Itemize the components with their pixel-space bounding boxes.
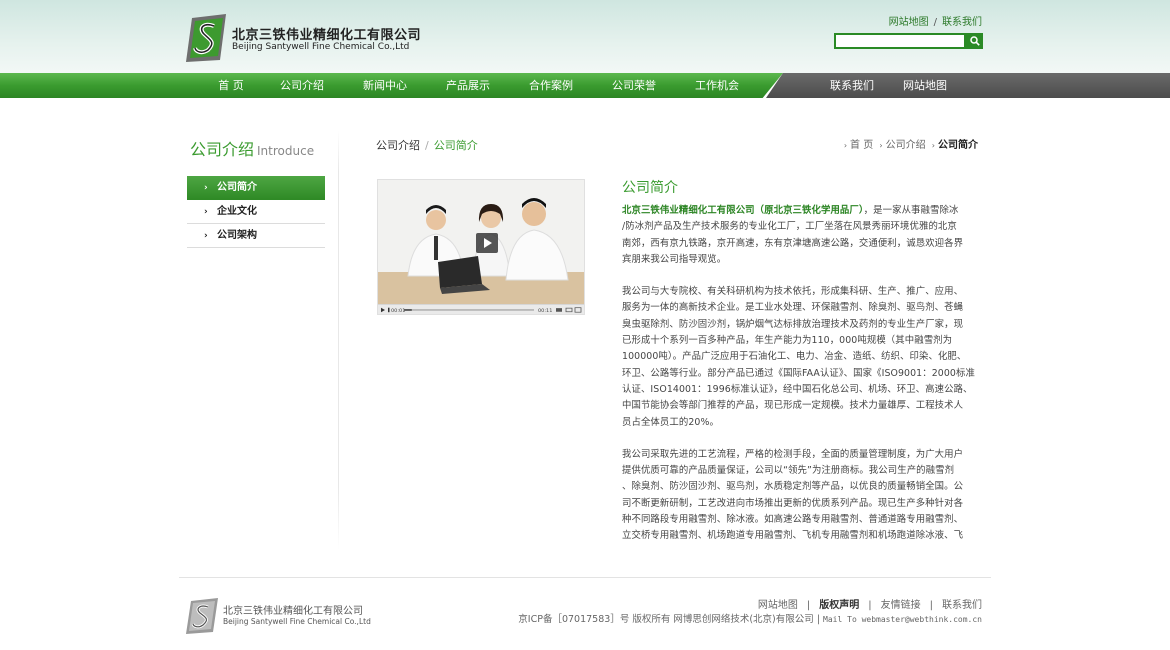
sidebar-title-en: Introduce — [257, 144, 315, 158]
footer-link-sitemap[interactable]: 网站地图 — [758, 600, 798, 611]
nav-item-jobs[interactable]: 工作机会 — [690, 73, 744, 98]
sidebar-item-profile[interactable]: › 公司简介 — [187, 176, 325, 200]
main-nav: 首 页 公司介绍 新闻中心 产品展示 合作案例 公司荣誉 工作机会 联系我们 网… — [0, 73, 1170, 98]
section-heading: 公司介绍 / 公司简介 — [376, 137, 478, 153]
column-divider — [338, 130, 339, 550]
nav-item-products[interactable]: 产品展示 — [441, 73, 495, 98]
site-logo[interactable]: 北京三铁伟业精细化工有限公司 Beijing Santywell Fine Ch… — [186, 14, 421, 64]
svg-text:00:01: 00:01 — [391, 308, 405, 314]
article-line: 司不断更新研制，工艺改进向市场推出更新的优质系列产品。现已生产多种针对各 — [622, 497, 964, 509]
footer-divider — [179, 577, 991, 578]
footer-mail-link[interactable]: Mail To webmaster@webthink.com.cn — [823, 615, 982, 624]
footer-company-cn: 北京三铁伟业精细化工有限公司 — [223, 606, 363, 617]
article-paragraph-1: 北京三铁伟业精细化工有限公司（原北京三铁化学用品厂），是一家从事融雪除冰 /防冰… — [622, 203, 976, 268]
article-line: 环卫、公路等行业。部分产品已通过《国际FAA认证》、国家《ISO9001：200… — [622, 367, 975, 379]
article-line: 我公司采取先进的工艺流程，严格的检测手段，全面的质量管理制度，为广大用户 — [622, 448, 964, 460]
article-line: 服务为一体的高新技术企业。是工业水处理、环保融雪剂、除臭剂、驱鸟剂、苍蝇 — [622, 302, 964, 314]
search-input[interactable] — [834, 33, 966, 49]
top-link-separator: / — [933, 17, 937, 28]
article-line: 南郊，西有京九铁路，京开高速，东有京津塘高速公路，交通便利，诚恳欢迎各界 — [622, 237, 964, 249]
sidebar-item-label: 企业文化 — [217, 206, 257, 217]
sidebar-item-label: 公司简介 — [217, 182, 257, 193]
breadcrumb-about[interactable]: 公司介绍 — [886, 140, 926, 151]
logo-mark-icon — [186, 14, 226, 62]
article-line: 已形成十个系列一百多种产品，年生产能力为110，000吨规模（其中融雪剂为 — [622, 335, 953, 347]
sidebar-title: 公司介绍 Introduce — [190, 136, 314, 160]
article-line: 员占全体员工的20%。 — [622, 416, 719, 428]
article-line: /防冰剂产品及生产技术服务的专业化工厂，工厂坐落在风景秀丽环境优雅的北京 — [622, 221, 957, 233]
nav-item-honors[interactable]: 公司荣誉 — [607, 73, 661, 98]
section-heading-separator: / — [425, 139, 429, 152]
article-line: 100000吨）。产品广泛应用于石油化工、电力、冶金、造纸、纺织、印染、化肥、 — [622, 351, 967, 363]
footer-link-contact[interactable]: 联系我们 — [942, 600, 982, 611]
company-highlight: 北京三铁伟业精细化工有限公司（原北京三铁化学用品厂） — [622, 205, 864, 216]
header: 北京三铁伟业精细化工有限公司 Beijing Santywell Fine Ch… — [0, 0, 1170, 74]
footer-company-en: Beijing Santywell Fine Chemical Co.,Ltd — [223, 617, 371, 626]
sidebar-item-label: 公司架构 — [217, 230, 257, 241]
sidebar-item-structure[interactable]: › 公司架构 — [187, 224, 325, 248]
chevron-right-icon: › — [843, 141, 848, 150]
video-player[interactable]: 00:01 00:11 — [377, 179, 585, 315]
section-heading-parent: 公司介绍 — [376, 139, 420, 152]
article-line: 种不同路段专用融雪剂、除冰液。如高速公路专用融雪剂、普通道路专用融雪剂、 — [622, 514, 964, 526]
article-line: 、除臭剂、防沙固沙剂、驱鸟剂，水质稳定剂等产品，以优良的质量畅销全国。公 — [622, 481, 964, 493]
breadcrumb-current: 公司简介 — [938, 140, 978, 151]
article-line: 中国节能协会等部门推荐的产品，现已形成一定规模。技术力量雄厚、工程技术人 — [622, 400, 964, 412]
top-link-sitemap[interactable]: 网站地图 — [889, 17, 929, 28]
chevron-right-icon: › — [931, 141, 935, 150]
footer-links: 网站地图 | 版权声明 | 友情链接 | 联系我们 — [758, 596, 982, 611]
footer-copyright: 京ICP备［07017583］号 版权所有 网博思创网络技术(北京)有限公司 |… — [518, 611, 982, 625]
nav-item-about[interactable]: 公司介绍 — [276, 73, 328, 98]
nav-item-home[interactable]: 首 页 — [207, 73, 255, 98]
footer-link-separator: | — [806, 600, 811, 611]
play-icon[interactable] — [476, 233, 498, 253]
sidebar-title-cn: 公司介绍 — [190, 140, 255, 159]
section-heading-current: 公司简介 — [433, 139, 478, 152]
nav-item-cases[interactable]: 合作案例 — [524, 73, 578, 98]
article-line: 宾朋来我公司指导观览。 — [622, 253, 727, 265]
article-title: 公司简介 — [622, 180, 678, 196]
footer-link-friends[interactable]: 友情链接 — [881, 600, 921, 611]
chevron-right-icon: › — [204, 207, 208, 217]
footer-logo: 北京三铁伟业精细化工有限公司 Beijing Santywell Fine Ch… — [186, 598, 376, 634]
article-body: 北京三铁伟业精细化工有限公司（原北京三铁化学用品厂），是一家从事融雪除冰 /防冰… — [622, 203, 976, 561]
search-button[interactable] — [966, 33, 983, 49]
article-line: 认证、ISO14001：1996标准认证》，经中国石化总公司、机场、环卫、高速公… — [622, 383, 973, 395]
article-line: 立交桥专用融雪剂、机场跑道专用融雪剂、飞机专用融雪剂和机场跑道除冰液、飞 — [622, 530, 964, 542]
article-paragraph-3: 我公司采取先进的工艺流程，严格的检测手段，全面的质量管理制度，为广大用户 提供优… — [622, 447, 976, 545]
search-box — [834, 33, 983, 49]
video-controls: 00:01 00:11 — [378, 304, 584, 314]
breadcrumb-home[interactable]: 首 页 — [850, 140, 873, 151]
footer-mail-separator: | — [816, 614, 821, 625]
nav-item-contact[interactable]: 联系我们 — [824, 73, 880, 98]
sidebar-menu: › 公司简介 › 企业文化 › 公司架构 — [187, 176, 325, 248]
nav-item-news[interactable]: 新闻中心 — [358, 73, 412, 98]
sidebar-item-culture[interactable]: › 企业文化 — [187, 200, 325, 224]
company-name-cn: 北京三铁伟业精细化工有限公司 — [232, 28, 422, 43]
article-line: 提供优质可靠的产品质量保证，公司以“领先”为注册商标。我公司生产的融雪剂 — [622, 465, 955, 477]
footer-copyright-text: 京ICP备［07017583］号 版权所有 网博思创网络技术(北京)有限公司 — [518, 614, 814, 625]
footer-link-copyright[interactable]: 版权声明 — [819, 600, 859, 611]
article-line: 臭虫驱除剂、防沙固沙剂，锅炉烟气达标排放治理技术及药剂的专业生产厂家，现 — [622, 318, 964, 330]
chevron-right-icon: › — [879, 141, 883, 150]
company-name-en: Beijing Santywell Fine Chemical Co.,Ltd — [232, 42, 410, 52]
article-line: 我公司与大专院校、有关科研机构为技术依托，形成集科研、生产、推广、应用、 — [622, 286, 964, 298]
article-line: ，是一家从事融雪除冰 — [863, 205, 959, 216]
nav-item-sitemap[interactable]: 网站地图 — [897, 73, 953, 98]
chevron-right-icon: › — [204, 183, 208, 193]
top-link-contact[interactable]: 联系我们 — [942, 17, 982, 28]
top-links: 网站地图 / 联系我们 — [889, 13, 982, 28]
breadcrumb: › 首 页 › 公司介绍 › 公司简介 — [841, 136, 978, 151]
search-icon — [969, 36, 980, 46]
article-paragraph-2: 我公司与大专院校、有关科研机构为技术依托，形成集科研、生产、推广、应用、 服务为… — [622, 284, 976, 431]
chevron-right-icon: › — [204, 231, 208, 241]
footer-link-separator: | — [868, 600, 872, 611]
footer-link-separator: | — [929, 600, 933, 611]
svg-text:00:11: 00:11 — [538, 308, 552, 314]
footer-logo-icon — [186, 598, 218, 634]
